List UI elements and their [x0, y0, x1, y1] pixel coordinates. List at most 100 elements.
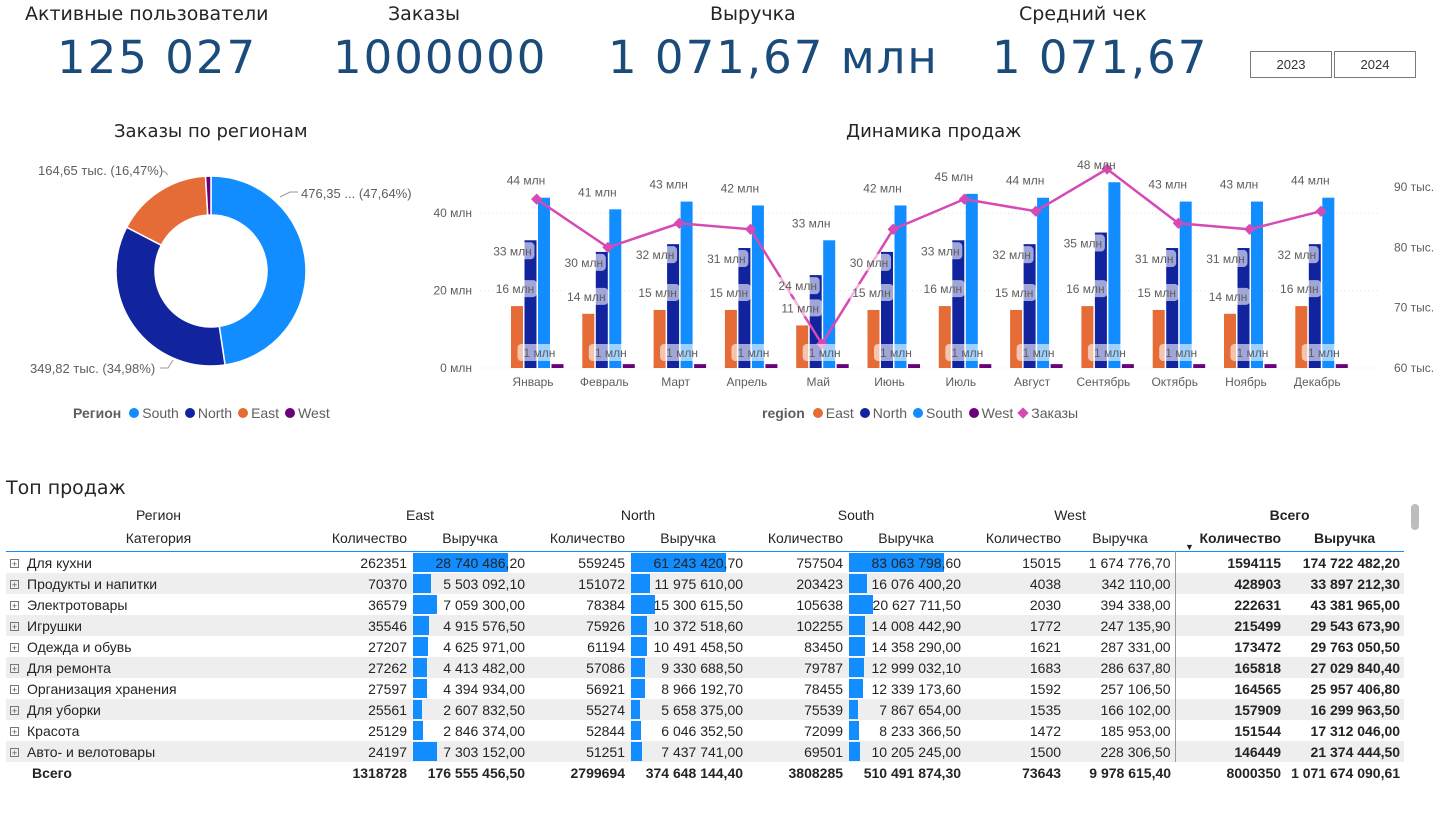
expand-plus-icon[interactable]: + [10, 559, 19, 569]
table-row[interactable]: + Авто- и велотовары 24197 7 303 152,00 5125… [6, 741, 1405, 762]
bar-west[interactable] [1121, 364, 1134, 368]
category-label: Игрушки [27, 617, 82, 634]
table-scrollbar[interactable] [1411, 504, 1419, 530]
expand-plus-icon[interactable]: + [10, 580, 19, 590]
row-category[interactable]: + Игрушки [6, 615, 311, 636]
expand-plus-icon[interactable]: + [10, 706, 19, 716]
expand-plus-icon[interactable]: + [10, 643, 19, 653]
legend-west[interactable]: West [285, 405, 330, 421]
table-row[interactable]: + Одежда и обувь 27207 4 625 971,00 61194 10 … [6, 636, 1405, 657]
qty-cell: 222631 [1174, 594, 1286, 615]
qty-cell: 165818 [1174, 657, 1286, 678]
revenue-cell: 20 627 711,50 [847, 594, 965, 615]
bar-west[interactable] [765, 364, 778, 368]
bar-south[interactable] [1322, 197, 1335, 368]
row-category[interactable]: + Электротовары [6, 594, 311, 615]
legend-north[interactable]: North [859, 405, 907, 421]
bar-south[interactable] [1179, 201, 1192, 368]
header-group-south[interactable]: South [747, 504, 965, 525]
header-qty[interactable]: Количество [965, 525, 1065, 552]
row-category[interactable]: + Для уборки [6, 699, 311, 720]
donut-label-east: 164,65 тыс. (16,47%) [38, 163, 163, 178]
row-category[interactable]: + Одежда и обувь [6, 636, 311, 657]
header-rev[interactable]: Выручка [1285, 525, 1404, 552]
table-row[interactable]: + Организация хранения 27597 4 394 934,00 56… [6, 678, 1405, 699]
header-group-west[interactable]: West [965, 504, 1175, 525]
bar-west[interactable] [908, 364, 920, 368]
donut-slice-south[interactable] [210, 175, 307, 366]
donut-legend: Регион South North East West [73, 405, 336, 421]
bar-west[interactable] [1335, 364, 1348, 368]
header-rev[interactable]: Выручка [629, 525, 747, 552]
expand-plus-icon[interactable]: + [10, 748, 19, 758]
legend-west[interactable]: West [968, 405, 1013, 421]
year-button-2024[interactable]: 2024 [1334, 51, 1416, 78]
qty-cell: 1500 [1029, 743, 1062, 760]
row-category[interactable]: + Авто- и велотовары [6, 741, 311, 762]
bar-west[interactable] [1050, 364, 1063, 368]
qty-cell: 15015 [1022, 554, 1062, 571]
table-row[interactable]: + Продукты и напитки 70370 5 503 092,10 1510… [6, 573, 1405, 594]
header-group-total[interactable]: Всего [1175, 504, 1404, 525]
revenue-cell: 61 243 420,70 [629, 552, 747, 574]
table-row[interactable]: + Электротовары 36579 7 059 300,00 78384 15 3… [6, 594, 1405, 615]
bar-west[interactable] [1193, 364, 1206, 368]
expand-plus-icon[interactable]: + [10, 664, 19, 674]
row-category[interactable]: + Для ремонта [6, 657, 311, 678]
header-category[interactable]: Категория [6, 525, 311, 552]
header-rev[interactable]: Выручка [1065, 525, 1175, 552]
bar-west[interactable] [622, 364, 635, 368]
bar-west[interactable] [1264, 364, 1277, 368]
bar-south[interactable] [1108, 182, 1121, 368]
legend-south[interactable]: South [129, 405, 179, 421]
legend-south[interactable]: South [913, 405, 963, 421]
revenue-cell: 4 413 482,00 [411, 657, 529, 678]
combo-chart: 16 млн 33 млн 44 млн 1 млн 14 млн 30 млн 41 мл… [433, 158, 1434, 389]
legend-east[interactable]: East [238, 405, 279, 421]
header-qty[interactable]: Количество [747, 525, 847, 552]
table-row[interactable]: + Для кухни 262351 28 740 486,20 559245 61 24… [6, 551, 1405, 574]
data-bar [849, 721, 859, 740]
data-label: 1 млн [524, 346, 556, 360]
header-total-qty-sorted[interactable]: Количество ▼ [1175, 525, 1285, 552]
qty-cell: 559245 [578, 554, 626, 571]
data-label: 42 млн [863, 181, 902, 195]
bar-west[interactable] [979, 364, 992, 368]
header-group-east[interactable]: East [311, 504, 529, 525]
donut-slice-north[interactable] [115, 226, 226, 367]
bar-west[interactable] [694, 364, 707, 368]
expand-plus-icon[interactable]: + [10, 601, 19, 611]
expand-plus-icon[interactable]: + [10, 685, 19, 695]
row-category[interactable]: + Организация хранения [6, 678, 311, 699]
bar-south[interactable] [965, 193, 978, 368]
table-row[interactable]: + Игрушки 35546 4 915 576,50 75926 10 372 518… [6, 615, 1405, 636]
total-rev: 176 555 456,50 [427, 764, 526, 781]
row-category[interactable]: + Красота [6, 720, 311, 741]
revenue-cell: 4 625 971,00 [411, 636, 529, 657]
row-category[interactable]: + Для кухни [6, 552, 311, 574]
header-qty[interactable]: Количество [311, 525, 411, 552]
data-label: 14 млн [1209, 290, 1248, 304]
year-button-2023[interactable]: 2023 [1250, 51, 1332, 78]
legend-north[interactable]: North [184, 405, 232, 421]
bar-west[interactable] [551, 364, 564, 368]
legend-east[interactable]: East [812, 405, 854, 421]
table-row[interactable]: + Для уборки 25561 2 607 832,50 55274 5 658 3… [6, 699, 1405, 720]
legend-dot-icon [812, 408, 823, 418]
bar-south[interactable] [1037, 197, 1050, 368]
table-row[interactable]: + Красота 25129 2 846 374,00 52844 6 046 352,… [6, 720, 1405, 741]
table-row[interactable]: + Для ремонта 27262 4 413 482,00 57086 9 330 … [6, 657, 1405, 678]
expand-plus-icon[interactable]: + [10, 727, 19, 737]
legend-orders[interactable]: Заказы [1017, 405, 1078, 421]
row-category[interactable]: + Продукты и напитки [6, 573, 311, 594]
header-group-north[interactable]: North [529, 504, 747, 525]
bar-south[interactable] [680, 201, 693, 368]
header-rev[interactable]: Выручка [847, 525, 965, 552]
bar-west[interactable] [836, 364, 849, 368]
expand-plus-icon[interactable]: + [10, 622, 19, 632]
header-qty[interactable]: Количество [529, 525, 629, 552]
legend-label: South [926, 405, 963, 421]
header-rev[interactable]: Выручка [411, 525, 529, 552]
total-label: Всего [32, 764, 72, 781]
bar-south[interactable] [538, 197, 550, 368]
